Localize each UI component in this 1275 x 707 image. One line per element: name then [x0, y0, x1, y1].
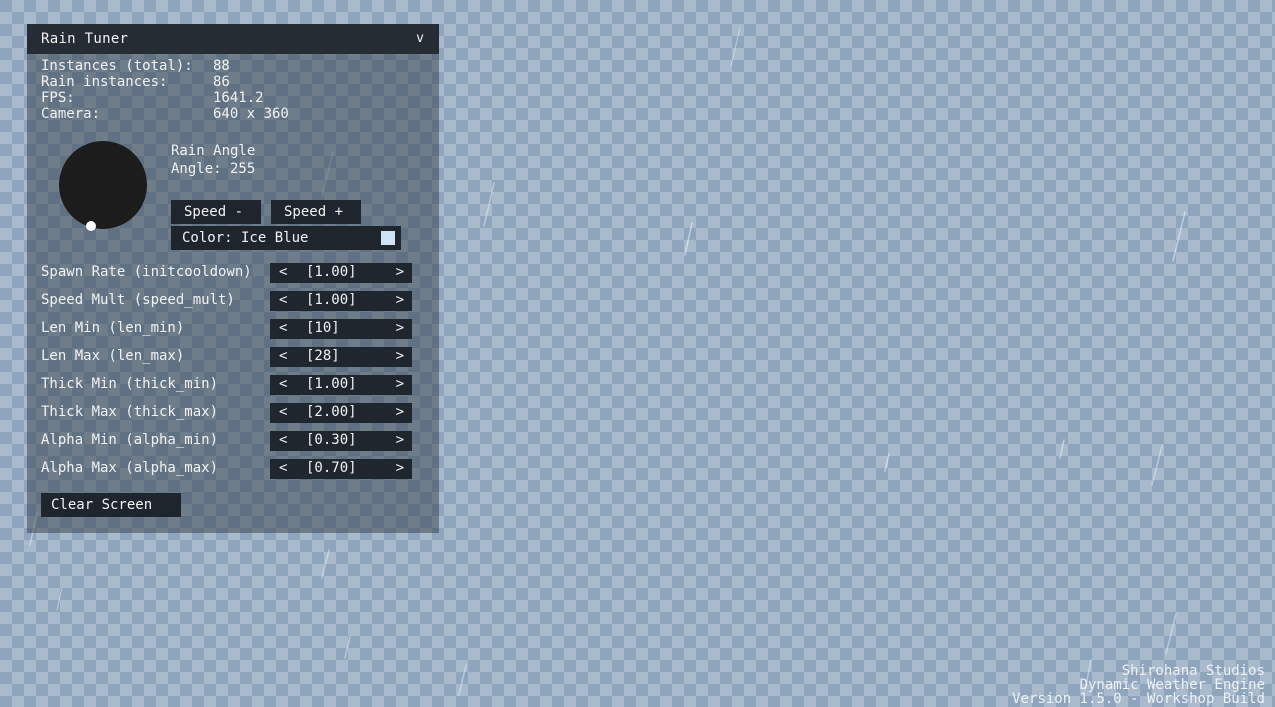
param-stepper: < [1.00] >: [270, 291, 412, 311]
stat-value: 640 x 360: [213, 106, 289, 122]
raindrop: [458, 664, 467, 696]
decrement-button[interactable]: <: [279, 404, 287, 420]
stat-value: 86: [213, 74, 230, 90]
raindrop: [1172, 211, 1186, 262]
speed-increase-button[interactable]: Speed +: [271, 200, 361, 224]
param-value: [2.00]: [306, 404, 357, 420]
param-stepper: < [10] >: [270, 319, 412, 339]
param-label: Alpha Min (alpha_min): [41, 432, 219, 448]
increment-button[interactable]: >: [396, 404, 404, 420]
decrement-button[interactable]: <: [279, 264, 287, 280]
collapse-toggle[interactable]: v: [416, 31, 424, 46]
raindrop: [730, 27, 741, 67]
color-button-label: Color: Ice Blue: [182, 230, 309, 246]
color-cycle-button[interactable]: Color: Ice Blue: [171, 226, 401, 250]
decrement-button[interactable]: <: [279, 292, 287, 308]
param-value: [0.30]: [306, 432, 357, 448]
angle-value: Angle: 255: [171, 161, 256, 177]
param-stepper: < [0.70] >: [270, 459, 412, 479]
rain-tuner-panel: Rain Tuner v Instances (total): 88 Rain …: [27, 24, 439, 533]
param-stepper: < [28] >: [270, 347, 412, 367]
param-row-thick-min: Thick Min (thick_min) < [1.00] >: [27, 373, 439, 395]
stat-label: FPS:: [41, 90, 75, 106]
decrement-button[interactable]: <: [279, 460, 287, 476]
increment-button[interactable]: >: [396, 264, 404, 280]
increment-button[interactable]: >: [396, 432, 404, 448]
rain-angle-dial[interactable]: [59, 141, 147, 231]
param-row-thick-max: Thick Max (thick_max) < [2.00] >: [27, 401, 439, 423]
raindrop: [1059, 439, 1065, 459]
param-label: Thick Min (thick_min): [41, 376, 219, 392]
param-value: [28]: [306, 348, 340, 364]
param-label: Speed Mult (speed_mult): [41, 292, 235, 308]
increment-button[interactable]: >: [396, 292, 404, 308]
param-label: Thick Max (thick_max): [41, 404, 219, 420]
credits-block: Shirohana Studios Dynamic Weather Engine…: [1012, 664, 1265, 706]
stats-block: Instances (total): 88 Rain instances: 86…: [41, 58, 341, 122]
param-label: Len Min (len_min): [41, 320, 185, 336]
stat-row: Instances (total): 88: [41, 58, 341, 74]
param-value: [1.00]: [306, 292, 357, 308]
angle-info: Rain Angle Angle: 255: [171, 142, 255, 178]
param-value: [1.00]: [306, 264, 357, 280]
increment-button[interactable]: >: [396, 376, 404, 392]
angle-dial-handle[interactable]: [86, 221, 96, 231]
speed-decrease-button[interactable]: Speed -: [171, 200, 261, 224]
stat-label: Camera:: [41, 106, 101, 122]
raindrop: [1165, 613, 1177, 655]
version-text: Version 1.5.0 - Workshop Build: [1012, 691, 1265, 707]
stat-value: 88: [213, 58, 230, 74]
param-label: Spawn Rate (initcooldown): [41, 264, 252, 280]
param-stepper: < [0.30] >: [270, 431, 412, 451]
param-row-alpha-min: Alpha Min (alpha_min) < [0.30] >: [27, 429, 439, 451]
raindrop: [344, 636, 351, 659]
param-value: [10]: [306, 320, 340, 336]
stat-label: Rain instances:: [41, 74, 168, 90]
color-swatch: [381, 231, 395, 245]
increment-button[interactable]: >: [396, 348, 404, 364]
param-stepper: < [1.00] >: [270, 375, 412, 395]
raindrop: [483, 182, 495, 227]
stat-row: Rain instances: 86: [41, 74, 341, 90]
decrement-button[interactable]: <: [279, 376, 287, 392]
raindrop: [321, 549, 330, 579]
param-value: [1.00]: [306, 376, 357, 392]
param-row-len-min: Len Min (len_min) < [10] >: [27, 317, 439, 339]
param-row-spawn-rate: Spawn Rate (initcooldown) < [1.00] >: [27, 261, 439, 283]
decrement-button[interactable]: <: [279, 320, 287, 336]
raindrop: [56, 587, 63, 611]
stat-row: Camera: 640 x 360: [41, 106, 341, 122]
decrement-button[interactable]: <: [279, 348, 287, 364]
param-label: Alpha Max (alpha_max): [41, 460, 219, 476]
increment-button[interactable]: >: [396, 320, 404, 336]
stat-label: Instances (total):: [41, 58, 193, 74]
engine-name: Dynamic Weather Engine: [1079, 677, 1265, 693]
stat-row: FPS: 1641.2: [41, 90, 341, 106]
raindrop: [884, 453, 890, 472]
panel-titlebar[interactable]: Rain Tuner v: [27, 24, 439, 54]
param-value: [0.70]: [306, 460, 357, 476]
param-row-speed-mult: Speed Mult (speed_mult) < [1.00] >: [27, 289, 439, 311]
param-stepper: < [2.00] >: [270, 403, 412, 423]
studio-name: Shirohana Studios: [1121, 663, 1265, 679]
param-label: Len Max (len_max): [41, 348, 185, 364]
raindrop: [1151, 445, 1163, 486]
stat-value: 1641.2: [213, 90, 264, 106]
decrement-button[interactable]: <: [279, 432, 287, 448]
clear-screen-button[interactable]: Clear Screen: [41, 493, 181, 517]
param-row-len-max: Len Max (len_max) < [28] >: [27, 345, 439, 367]
panel-title: Rain Tuner: [41, 31, 129, 47]
param-stepper: < [1.00] >: [270, 263, 412, 283]
param-row-alpha-max: Alpha Max (alpha_max) < [0.70] >: [27, 457, 439, 479]
angle-heading: Rain Angle: [171, 143, 256, 159]
raindrop: [684, 222, 693, 256]
increment-button[interactable]: >: [396, 460, 404, 476]
